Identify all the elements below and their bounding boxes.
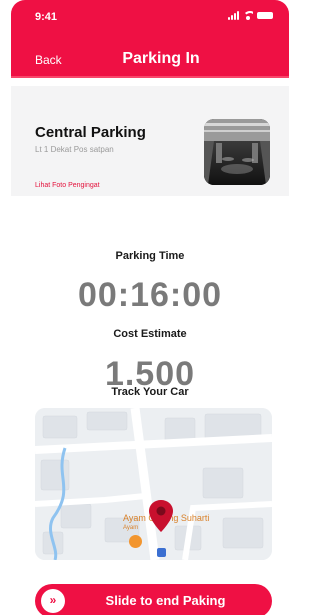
car-location-map[interactable]: Ayam Goreng Suharti Ayam bbox=[35, 408, 272, 560]
track-car-label: Track Your Car bbox=[111, 386, 189, 398]
map-small-label: Ayam bbox=[123, 525, 139, 531]
cost-estimate-label: Cost Estimate bbox=[113, 328, 187, 340]
status-icons bbox=[228, 11, 273, 20]
parking-time-label: Parking Time bbox=[115, 250, 185, 262]
status-bar: 9:41 bbox=[11, 0, 289, 34]
parking-photo[interactable] bbox=[204, 119, 270, 185]
slide-to-end-parking-button[interactable]: » Slide to end Paking bbox=[35, 584, 272, 615]
parking-location-detail: Lt 1 Dekat Pos satpan bbox=[35, 145, 114, 154]
phone-screen: 9:41 Back Parking In Central Parking Lt … bbox=[11, 0, 289, 615]
parking-location-name: Central Parking bbox=[35, 124, 146, 141]
restaurant-pin-icon bbox=[129, 535, 142, 548]
app-header: 9:41 Back Parking In bbox=[11, 0, 289, 78]
parking-location-card: Central Parking Lt 1 Dekat Pos satpan Li… bbox=[11, 86, 289, 196]
view-reminder-photo-link[interactable]: Lihat Foto Pengingat bbox=[35, 182, 100, 189]
status-time: 9:41 bbox=[35, 11, 58, 23]
parking-time-value: 00:16:00 bbox=[77, 276, 223, 314]
signal-icon bbox=[228, 11, 239, 20]
car-location-pin-icon bbox=[149, 500, 173, 532]
map-location-marker-icon bbox=[157, 548, 166, 557]
header-divider bbox=[11, 76, 289, 78]
battery-icon bbox=[257, 12, 273, 19]
wifi-icon bbox=[243, 11, 253, 20]
slide-button-label: Slide to end Paking bbox=[105, 593, 226, 608]
page-title: Parking In bbox=[122, 50, 200, 67]
